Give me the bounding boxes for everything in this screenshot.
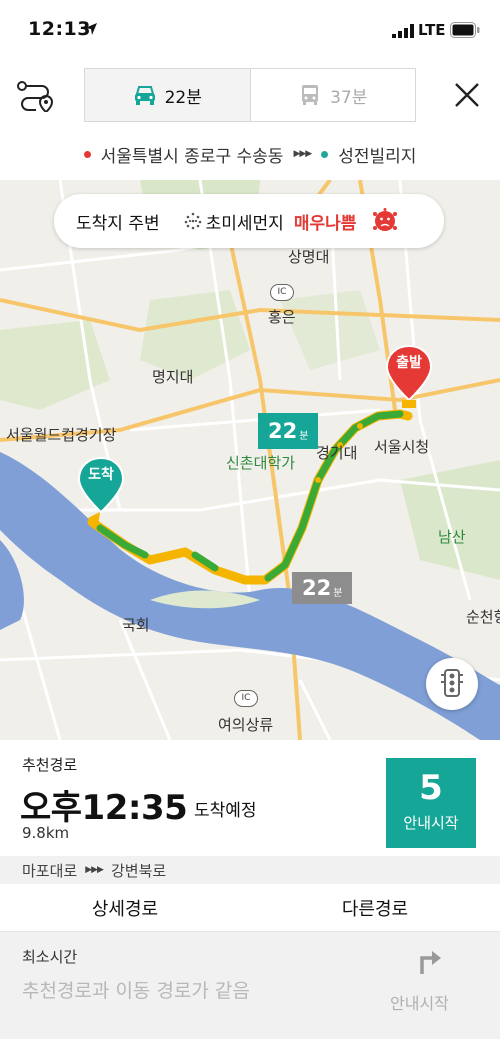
road-name: 강변북로 <box>110 861 167 880</box>
tab-car[interactable]: 22분 <box>85 69 251 121</box>
dust-icon <box>184 212 201 230</box>
transport-mode-tabs: 22분 37분 <box>84 68 416 122</box>
tab-detail-route[interactable]: 상세경로 <box>0 884 250 931</box>
map-label-gyeonggidae: 경기대 <box>316 444 358 462</box>
destination-dot-icon <box>321 150 329 158</box>
route-endpoints: 서울특별시 종로구 수송동 ▶▶▶ 성전빌리지 <box>0 134 500 174</box>
network-type: LTE <box>418 21 446 39</box>
map-label-national: 국회 <box>122 616 150 634</box>
dust-label: 초미세먼지 <box>205 213 284 234</box>
main-route-unit: 분 <box>299 430 309 442</box>
route-summary-panel: 추천경로 오후12:35 도착예정 9.8km 5 안내시작 마포대로 ▶▶▶ … <box>0 740 500 1039</box>
map-label-sangmyeongdae: 상명대 <box>288 248 330 266</box>
start-marker[interactable]: 출발 <box>384 344 434 408</box>
tab-transit[interactable]: 37분 <box>250 69 415 121</box>
arrow-separator-icon: ▶▶▶ <box>293 149 312 159</box>
alt-route-desc: 추천경로과 이동 경로가 같음 <box>22 980 250 1002</box>
map-label-suncheon: 순천향 <box>466 608 500 626</box>
route-option-icon[interactable] <box>16 78 56 112</box>
ic-badge: IC <box>270 284 294 301</box>
tab-transit-label: 37분 <box>330 87 368 108</box>
status-time: 12:13 <box>28 18 91 40</box>
alt-route-time-badge[interactable]: 22 분 <box>292 572 353 604</box>
signal-icon <box>392 24 414 38</box>
traffic-light-button[interactable] <box>426 658 478 710</box>
route-distance: 9.8km <box>22 824 70 842</box>
close-icon[interactable] <box>450 78 484 112</box>
main-route-time-badge[interactable]: 22 분 <box>258 413 319 449</box>
map-label-worldcup: 서울월드컵경기장 <box>6 426 117 444</box>
alt-route-card: 최소시간 추천경로과 이동 경로가 같음 안내시작 <box>0 932 500 1039</box>
road-name: 마포대로 <box>22 861 78 880</box>
start-marker-label: 출발 <box>396 355 422 371</box>
battery-icon <box>450 22 480 38</box>
recommended-label: 추천경로 <box>22 756 78 774</box>
destination-text[interactable]: 성전빌리지 <box>338 142 416 167</box>
road-list: 마포대로 ▶▶▶ 강변북로 <box>0 856 500 884</box>
alt-route-time: 22 <box>302 576 332 600</box>
map-view[interactable]: 도착지 주변 초미세먼지 매우나쁨 상명대 IC 홍은 명지대 서울월드컵경기장… <box>0 180 500 740</box>
countdown-number: 5 <box>419 768 443 808</box>
end-marker[interactable]: 도착 <box>76 456 126 520</box>
turn-right-icon <box>420 951 441 974</box>
arrow-separator-icon: ▶▶▶ <box>85 865 104 875</box>
bad-air-face-icon <box>373 208 398 231</box>
transport-bar: 22분 37분 <box>0 62 500 128</box>
fine-dust-info: 초미세먼지 <box>184 209 284 234</box>
alt-route-title: 최소시간 <box>22 948 78 966</box>
nearby-label: 도착지 주변 <box>76 213 160 234</box>
car-icon <box>134 86 155 105</box>
map-label-cityhall: 서울시청 <box>374 438 430 456</box>
alt-route-unit: 분 <box>333 587 343 599</box>
tab-other-route[interactable]: 다른경로 <box>250 884 500 931</box>
traffic-light-icon <box>441 669 463 697</box>
route-tabs: 상세경로 다른경로 <box>0 884 500 932</box>
start-navigation-button[interactable]: 5 안내시작 <box>386 758 476 848</box>
origin-dot-icon <box>83 150 91 158</box>
map-label-sinchon: 신촌대학가 <box>226 454 296 472</box>
map-label-myongji: 명지대 <box>152 368 194 386</box>
dust-level: 매우나쁨 <box>293 213 357 234</box>
eta-suffix: 도착예정 <box>194 801 257 821</box>
destination-info-pill[interactable]: 도착지 주변 초미세먼지 매우나쁨 <box>54 194 444 248</box>
alt-start-navigation-button[interactable]: 안내시작 <box>390 990 449 1014</box>
status-bar: 12:13 LTE <box>0 0 500 62</box>
map-label-namsan: 남산 <box>438 528 466 546</box>
ic-badge: IC <box>234 690 258 707</box>
end-marker-label: 도착 <box>88 467 114 483</box>
location-arrow-icon <box>85 23 97 35</box>
tab-car-label: 22분 <box>164 87 202 108</box>
main-route-time: 22 <box>268 419 298 443</box>
eta-time: 오후12:35 <box>20 788 188 828</box>
map-label-hongeun: 홍은 <box>268 308 296 326</box>
start-navigation-label: 안내시작 <box>403 814 459 832</box>
bus-icon <box>302 85 319 105</box>
origin-text[interactable]: 서울특별시 종로구 수송동 <box>101 142 284 167</box>
map-label-yeouido: 여의상류 <box>218 716 274 734</box>
